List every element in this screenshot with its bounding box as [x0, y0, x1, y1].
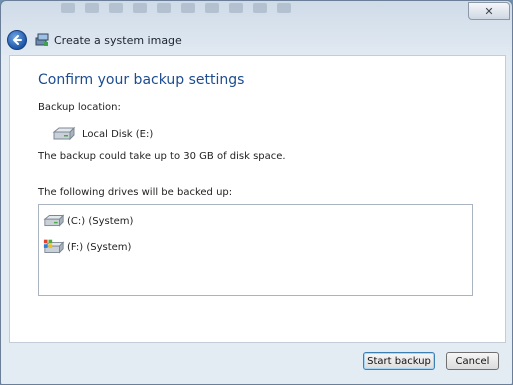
- hard-drive-icon: [43, 214, 65, 227]
- drive-label: (F:) (System): [67, 241, 132, 253]
- dialog-window: ✕ Create a system image Confirm your bac…: [0, 0, 513, 385]
- drive-label: (C:) (System): [67, 215, 134, 227]
- close-button[interactable]: ✕: [468, 2, 510, 20]
- backup-location: Local Disk (E:): [52, 126, 153, 142]
- window-title: Create a system image: [54, 33, 182, 47]
- list-item[interactable]: (C:) (System): [43, 213, 133, 229]
- background-toolbar: [61, 3, 441, 17]
- list-item[interactable]: (F:) (System): [43, 238, 131, 256]
- back-button[interactable]: [7, 30, 27, 50]
- close-icon: ✕: [484, 4, 494, 18]
- hard-drive-icon: [52, 126, 76, 141]
- backup-location-label: Backup location:: [38, 102, 121, 113]
- start-backup-button[interactable]: Start backup: [363, 352, 435, 370]
- back-arrow-icon: [13, 35, 22, 45]
- content-panel: Confirm your backup settings Backup loca…: [9, 55, 506, 343]
- space-note: The backup could take up to 30 GB of dis…: [38, 151, 286, 162]
- button-bar: Start backup Cancel: [9, 342, 504, 382]
- backup-location-value: Local Disk (E:): [82, 128, 154, 140]
- title-bar: Create a system image: [7, 29, 182, 51]
- page-heading: Confirm your backup settings: [38, 72, 245, 88]
- windows-drive-icon: [43, 239, 65, 254]
- system-image-icon: [35, 33, 49, 46]
- cancel-button[interactable]: Cancel: [446, 352, 499, 370]
- drive-list[interactable]: (C:) (System) (F:) (System): [38, 204, 473, 296]
- drives-label: The following drives will be backed up:: [38, 187, 233, 198]
